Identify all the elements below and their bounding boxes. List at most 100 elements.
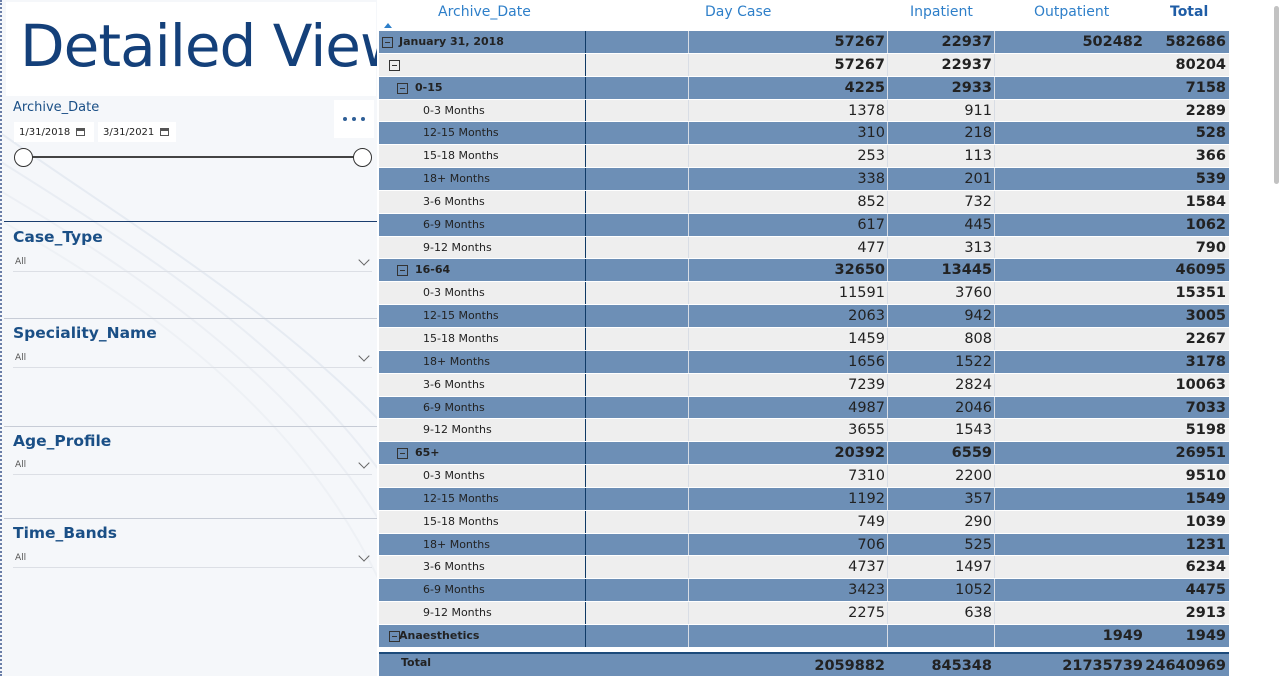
row-label: 16-64 — [415, 263, 451, 277]
column-divider — [688, 350, 689, 373]
row-label: 0-15 — [415, 80, 443, 94]
row-label: 12-15 Months — [423, 126, 499, 140]
slider-start-handle[interactable] — [14, 148, 33, 167]
column-divider — [688, 168, 689, 190]
column-divider — [688, 602, 689, 624]
cell-day-case: 2275 — [848, 605, 885, 622]
table-row[interactable]: 12-15 Months 310 218 528 — [379, 122, 1229, 146]
cell-day-case: 1656 — [848, 353, 885, 370]
collapse-icon[interactable] — [397, 448, 408, 460]
table-row[interactable]: 16-64 32650 13445 46095 — [379, 259, 1229, 283]
column-divider — [887, 122, 888, 145]
table-row[interactable]: 3-6 Months 4737 1497 6234 — [379, 556, 1229, 580]
column-divider — [887, 556, 888, 579]
chevron-down-icon — [358, 456, 370, 469]
time-bands-dropdown[interactable]: All — [13, 548, 372, 568]
row-label: 15-18 Months — [423, 149, 499, 163]
table-row[interactable]: 3-6 Months 852 732 1584 — [379, 190, 1229, 214]
collapse-icon[interactable] — [397, 265, 408, 277]
table-row[interactable]: 9-12 Months 3655 1543 5198 — [379, 419, 1229, 443]
column-divider — [585, 396, 586, 419]
end-date-input[interactable]: 3/31/2021 — [98, 122, 176, 142]
table-row[interactable]: Anaesthetics 1949 1949 — [379, 624, 1229, 648]
column-divider — [994, 236, 995, 259]
row-label: 0-3 Months — [423, 286, 485, 300]
column-header-archive-date[interactable]: Archive_Date — [438, 4, 531, 20]
cell-total: 2289 — [1185, 102, 1226, 119]
table-row[interactable]: 6-9 Months 4987 2046 7033 — [379, 396, 1229, 420]
column-divider — [585, 259, 586, 282]
table-row[interactable]: 0-15 4225 2933 7158 — [379, 76, 1229, 100]
table-row[interactable]: January 31, 2018 57267 22937 502482 582686 — [379, 31, 1229, 54]
age-profile-dropdown[interactable]: All — [13, 455, 372, 475]
table-row[interactable]: 18+ Months 706 525 1231 — [379, 533, 1229, 557]
table-row[interactable]: 9-12 Months 477 313 790 — [379, 236, 1229, 260]
column-divider — [585, 556, 586, 579]
column-divider — [994, 602, 995, 624]
table-row[interactable]: 6-9 Months 3423 1052 4475 — [379, 579, 1229, 603]
slider-end-handle[interactable] — [353, 148, 372, 167]
table-row[interactable]: 9-12 Months 2275 638 2913 — [379, 602, 1229, 625]
column-divider — [887, 533, 888, 556]
collapse-icon[interactable] — [397, 82, 408, 94]
cell-outpatient: 1949 — [1102, 627, 1143, 644]
speciality-name-dropdown[interactable]: All — [13, 348, 372, 368]
column-header-inpatient[interactable]: Inpatient — [910, 4, 973, 20]
table-row[interactable]: 18+ Months 338 201 539 — [379, 168, 1229, 191]
cell-day-case: 310 — [857, 125, 885, 142]
cell-inpatient: 911 — [964, 102, 992, 119]
table-row[interactable]: 15-18 Months 1459 808 2267 — [379, 327, 1229, 351]
cell-inpatient: 113 — [964, 148, 992, 165]
cell-total: 1949 — [1185, 627, 1226, 644]
more-options-button[interactable] — [334, 100, 374, 138]
column-divider — [688, 282, 689, 305]
row-label: 3-6 Months — [423, 377, 485, 391]
collapse-icon[interactable] — [382, 37, 393, 48]
column-divider — [994, 305, 995, 327]
column-divider — [994, 465, 995, 487]
table-row[interactable]: 0-3 Months 7310 2200 9510 — [379, 465, 1229, 488]
column-header-total[interactable]: Total — [1170, 4, 1208, 20]
calendar-icon[interactable] — [160, 128, 170, 136]
cell-total: 1039 — [1185, 513, 1226, 530]
column-divider — [887, 327, 888, 350]
table-row[interactable]: 15-18 Months 253 113 366 — [379, 145, 1229, 169]
time-bands-value: All — [15, 552, 27, 563]
column-divider — [585, 373, 586, 396]
vertical-scrollbar[interactable] — [1274, 6, 1279, 184]
column-header-outpatient[interactable]: Outpatient — [1034, 4, 1109, 20]
start-date-input[interactable]: 1/31/2018 — [14, 122, 94, 142]
table-row[interactable]: 57267 22937 80204 — [379, 53, 1229, 77]
row-label: 0-3 Months — [423, 103, 485, 117]
column-divider — [688, 442, 689, 465]
table-row[interactable]: 6-9 Months 617 445 1062 — [379, 213, 1229, 237]
table-row[interactable]: 12-15 Months 2063 942 3005 — [379, 305, 1229, 328]
table-row[interactable]: 12-15 Months 1192 357 1549 — [379, 487, 1229, 511]
table-row[interactable]: 65+ 20392 6559 26951 — [379, 442, 1229, 466]
collapse-icon[interactable] — [389, 59, 400, 71]
column-divider — [994, 99, 995, 122]
table-row[interactable]: 15-18 Months 749 290 1039 — [379, 510, 1229, 534]
column-divider — [994, 31, 995, 53]
column-header-day-case[interactable]: Day Case — [705, 4, 771, 20]
total-day-case: 2059882 — [814, 658, 885, 674]
table-row[interactable]: 0-3 Months 11591 3760 15351 — [379, 282, 1229, 306]
column-divider — [688, 373, 689, 396]
table-row[interactable]: 18+ Months 1656 1522 3178 — [379, 350, 1229, 374]
calendar-icon[interactable] — [76, 128, 86, 136]
sort-ascending-icon[interactable] — [384, 23, 392, 28]
date-range-slider-track[interactable] — [24, 156, 364, 158]
row-label: 6-9 Months — [423, 217, 485, 231]
table-row[interactable]: 0-3 Months 1378 911 2289 — [379, 99, 1229, 123]
cell-day-case: 7310 — [848, 468, 885, 485]
table-row[interactable]: 3-6 Months 7239 2824 10063 — [379, 373, 1229, 397]
title-card: Detailed View — [6, 2, 377, 96]
case-type-dropdown[interactable]: All — [13, 252, 372, 272]
column-divider — [887, 350, 888, 373]
column-divider — [585, 145, 586, 168]
row-label: 18+ Months — [423, 354, 490, 368]
column-divider — [688, 487, 689, 510]
column-divider — [688, 259, 689, 282]
archive-date-slicer-title: Archive_Date — [13, 100, 100, 115]
case-type-slicer-title: Case_Type — [13, 228, 103, 246]
